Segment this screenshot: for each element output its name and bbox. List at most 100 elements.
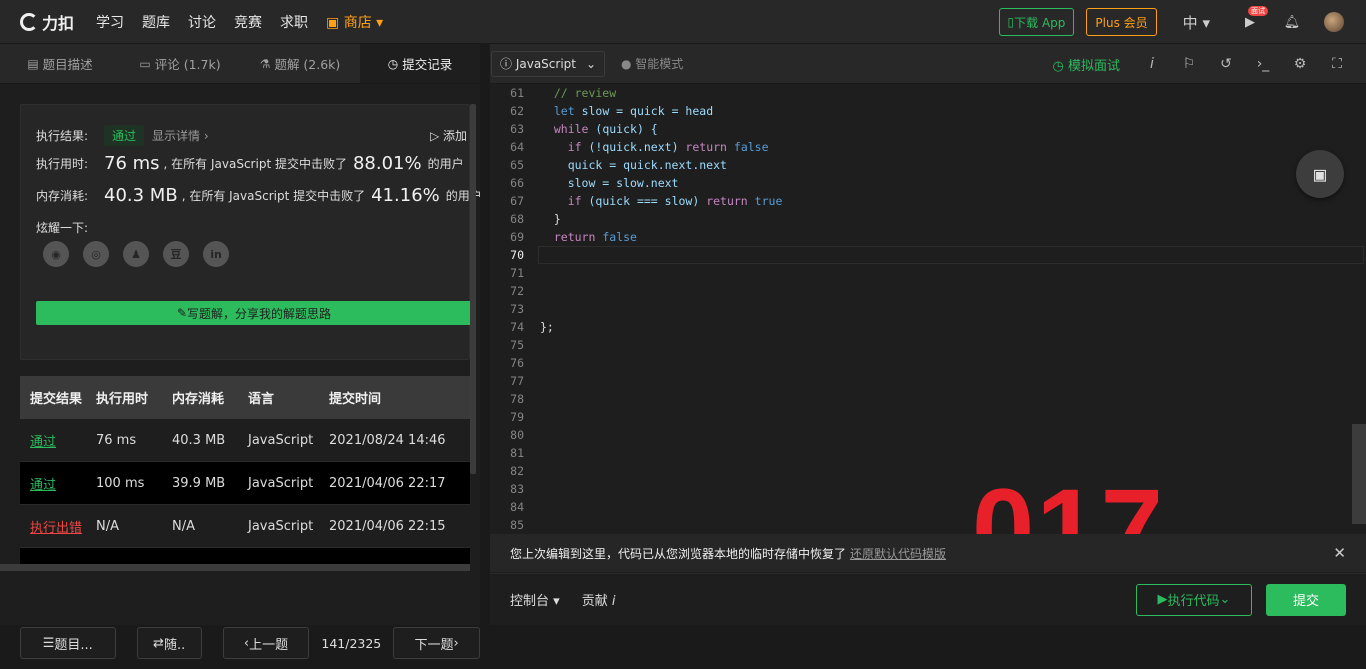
nav-jobs[interactable]: 求职: [280, 12, 308, 32]
row-runtime: 100 ms: [96, 476, 172, 491]
weibo-icon[interactable]: ◎: [83, 241, 109, 267]
table-header: 提交结果 执行用时 内存消耗 语言 提交时间: [20, 376, 470, 419]
smart-mode-toggle[interactable]: ● 智能模式: [621, 55, 683, 72]
header-memory[interactable]: 内存消耗: [172, 388, 248, 407]
line-number: 70: [490, 248, 524, 262]
store-label: 商店: [344, 15, 372, 31]
flag-icon[interactable]: ⚐: [1181, 56, 1197, 72]
left-vertical-scrollbar[interactable]: [470, 104, 476, 474]
line-number: 64: [490, 140, 524, 154]
qq-icon[interactable]: ♟: [123, 241, 149, 267]
row-language: JavaScript: [248, 433, 329, 448]
timer-icon: ◷: [1053, 59, 1068, 74]
wechat-icon[interactable]: ◉: [43, 241, 69, 267]
settings-icon[interactable]: ⚙: [1292, 56, 1308, 72]
line-number: 72: [490, 284, 524, 298]
code-line: if (!quick.next) return false: [540, 140, 769, 154]
download-app-button[interactable]: ▯ 下载 App: [999, 8, 1075, 36]
current-line-highlight: [538, 246, 1364, 264]
leetcode-logo-icon: [20, 13, 38, 31]
line-number: 71: [490, 266, 524, 280]
linkedin-icon[interactable]: in: [203, 241, 229, 267]
panel-splitter[interactable]: [480, 44, 490, 625]
runtime-users: 的用户: [428, 155, 464, 172]
header-runtime[interactable]: 执行用时: [96, 388, 172, 407]
line-number: 76: [490, 356, 524, 370]
submit-button[interactable]: 提交: [1266, 584, 1346, 616]
douban-icon[interactable]: 豆: [163, 241, 189, 267]
next-problem-button[interactable]: 下一题 ›: [393, 627, 480, 659]
nav-learn[interactable]: 学习: [96, 12, 124, 32]
editor-scrollbar[interactable]: [1352, 424, 1366, 524]
notice-message: 您上次编辑到这里，代码已从您浏览器本地的临时存储中恢复了: [510, 545, 846, 562]
fullscreen-icon[interactable]: ⛶: [1329, 56, 1345, 72]
table-row: 通过 100 ms 39.9 MB JavaScript 2021/04/06 …: [20, 462, 470, 505]
leetcode-logo[interactable]: 力扣: [20, 10, 74, 34]
row-status[interactable]: 执行出错: [20, 517, 96, 536]
line-number: 61: [490, 86, 524, 100]
row-memory: 39.9 MB: [172, 476, 248, 491]
memory-text: , 在所有 JavaScript 提交中击败了: [182, 187, 365, 204]
reset-icon[interactable]: ↺: [1218, 56, 1234, 72]
random-button[interactable]: ⇄ 随..: [137, 627, 202, 659]
write-solution-button[interactable]: ✎ 写题解，分享我的解题思路: [36, 301, 472, 325]
clock-icon: ◷: [388, 57, 398, 71]
tab-submissions[interactable]: ◷提交记录: [360, 44, 480, 83]
header-status[interactable]: 提交结果: [20, 388, 96, 407]
smart-mode-label: 智能模式: [635, 57, 683, 71]
tab-description[interactable]: ▤题目描述: [0, 44, 120, 83]
tab-label: 题目描述: [43, 54, 93, 73]
problem-list-button[interactable]: ☰ 题目...: [20, 627, 116, 659]
play-icon: ▶: [1158, 592, 1168, 607]
header-time[interactable]: 提交时间: [329, 388, 459, 407]
tab-solutions[interactable]: ⚗题解 (2.6k): [240, 44, 360, 83]
row-status[interactable]: 通过: [20, 431, 96, 450]
line-number: 69: [490, 230, 524, 244]
caret-down-icon: ▾: [549, 594, 560, 609]
info-icon: ⓘ: [500, 57, 516, 71]
bell-icon[interactable]: 🔔︎: [1282, 12, 1302, 32]
nav-store[interactable]: ▣ 商店 ▾: [326, 12, 383, 32]
close-icon[interactable]: ✕: [1333, 544, 1346, 562]
terminal-icon[interactable]: ›_: [1255, 56, 1271, 72]
run-code-label: 执行代码: [1168, 590, 1220, 609]
row-memory: N/A: [172, 519, 248, 534]
interview-video-icon[interactable]: ▶面试: [1240, 12, 1260, 32]
stamp-number: 017: [972, 464, 1165, 534]
nav-problems[interactable]: 题库: [142, 12, 170, 32]
memory-users: 的用户: [446, 187, 482, 204]
mock-interview-button[interactable]: ◷ 模拟面试: [1053, 55, 1121, 74]
nav-contest[interactable]: 竞赛: [234, 12, 262, 32]
tab-comments[interactable]: ▭评论 (1.7k): [120, 44, 240, 83]
run-code-button[interactable]: ▶ 执行代码 ⌄: [1136, 584, 1252, 616]
next-problem-label: 下一题: [415, 634, 454, 653]
language-value: JavaScript: [516, 57, 576, 71]
line-number: 73: [490, 302, 524, 316]
show-detail-link[interactable]: 显示详情 ›: [152, 127, 209, 144]
info-italic-icon: i: [612, 594, 616, 609]
avatar[interactable]: [1324, 12, 1344, 32]
main-nav: 学习 题库 讨论 竞赛 求职 ▣ 商店 ▾: [96, 12, 401, 32]
plus-member-button[interactable]: Plus 会员: [1086, 8, 1156, 36]
contribute-button[interactable]: 贡献 i: [582, 590, 616, 609]
add-note-button[interactable]: ▷ 添加: [430, 127, 467, 144]
left-horizontal-scrollbar[interactable]: [0, 564, 470, 571]
code-line: }: [540, 212, 561, 226]
prev-problem-button[interactable]: ‹ 上一题: [223, 627, 310, 659]
console-button[interactable]: 控制台 ▾: [510, 590, 560, 609]
header-language[interactable]: 语言: [248, 388, 329, 407]
flask-icon: ⚗: [260, 57, 271, 71]
code-editor[interactable]: 6162636465666768697071727374757677787980…: [490, 84, 1366, 534]
notebook-icon[interactable]: ▣: [1296, 150, 1344, 198]
language-select[interactable]: ⓘ JavaScript⌄: [491, 51, 605, 77]
language-switch[interactable]: 中 ▾: [1183, 12, 1210, 33]
row-memory: 40.3 MB: [172, 433, 248, 448]
memory-percentile: 41.16%: [371, 185, 440, 206]
restore-default-link[interactable]: 还原默认代码模版: [850, 545, 946, 562]
row-status[interactable]: 通过: [20, 474, 96, 493]
line-number: 85: [490, 518, 524, 532]
code-line: // review: [540, 86, 616, 100]
nav-discuss[interactable]: 讨论: [188, 12, 216, 32]
status-badge: 通过: [104, 125, 144, 146]
info-italic-icon[interactable]: i: [1144, 56, 1160, 72]
